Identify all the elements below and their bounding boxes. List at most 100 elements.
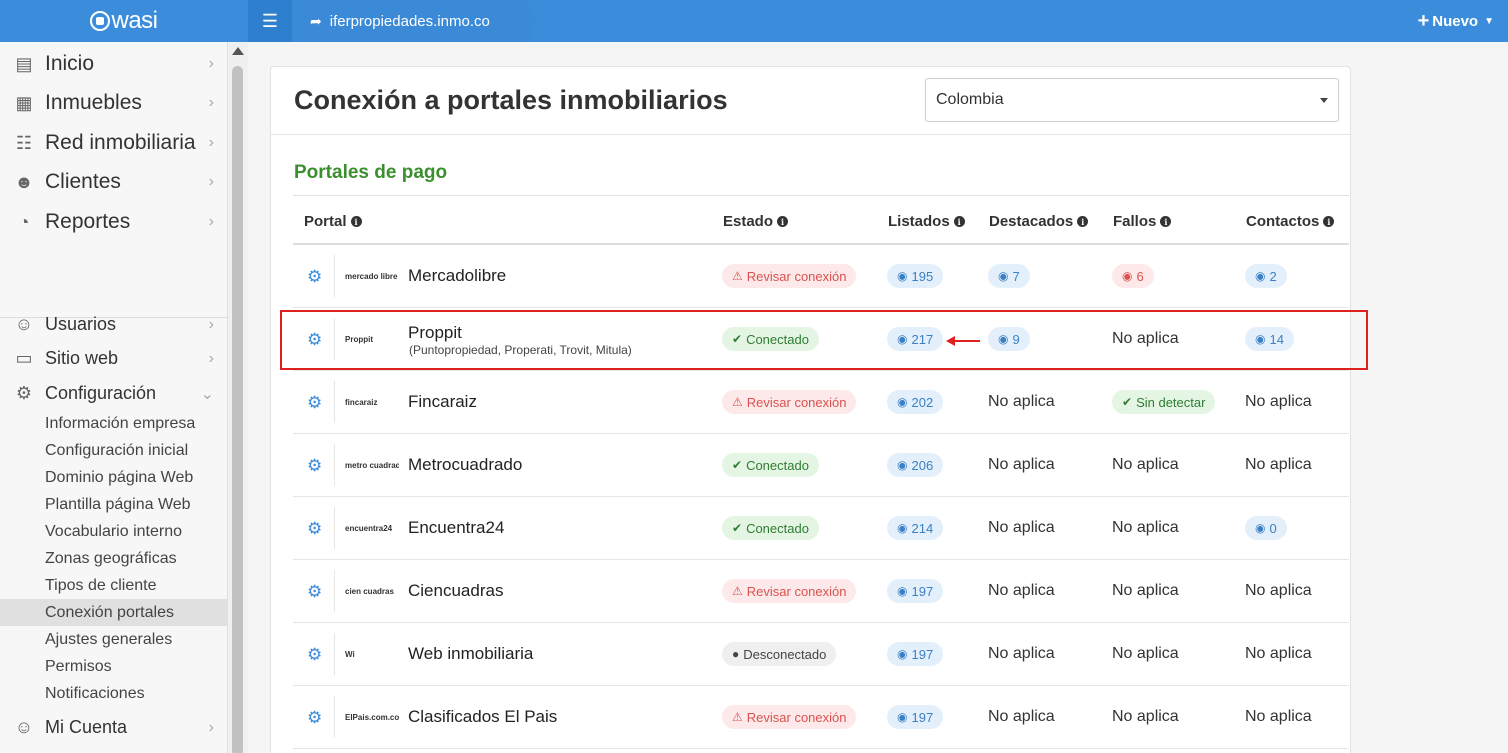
sidebar-subitem[interactable]: Ajustes generales	[0, 626, 228, 653]
sidebar-scrollbar[interactable]	[228, 42, 248, 753]
portal-logo: cien cuadras	[345, 586, 394, 596]
menu-toggle-button[interactable]: ☰	[248, 0, 292, 42]
sidebar-item-label: Clientes	[45, 170, 121, 193]
count-badge[interactable]: ◉ 2	[1245, 264, 1287, 288]
info-icon[interactable]: i	[1323, 216, 1335, 227]
sidebar-item-label: Configuración	[45, 383, 157, 403]
scroll-thumb[interactable]	[232, 66, 243, 753]
check-circle-icon: ✔	[732, 521, 743, 535]
settings-gear-icon[interactable]: ⚙	[307, 582, 322, 602]
settings-gear-icon[interactable]: ⚙	[307, 393, 322, 413]
portal-name: Web inmobiliaria	[408, 644, 534, 663]
count-badge[interactable]: ◉ 197	[887, 579, 944, 603]
cell-destacados: No aplica	[988, 623, 1055, 685]
status-badge: ✔ Sin detectar	[1112, 390, 1216, 414]
chevron-right-icon: ›	[208, 134, 214, 151]
table-row: ⚙ fincaraiz Fincaraiz ⚠ Revisar conexión ◉ 202…	[293, 371, 1349, 434]
cell-destacados: No aplica	[988, 560, 1055, 622]
network-icon: ☷	[15, 132, 33, 153]
count-badge[interactable]: ◉ 195	[887, 264, 944, 288]
sidebar-subitem[interactable]: Plantilla página Web	[0, 491, 228, 518]
settings-gear-icon[interactable]: ⚙	[307, 267, 322, 287]
pie-chart-icon: ◔	[18, 211, 30, 232]
cell-destacados: No aplica	[988, 371, 1055, 433]
sidebar-item-reportes[interactable]: ◔ Reportes ›	[0, 210, 228, 234]
sidebar: ▤ Inicio › ▦ Inmuebles › ☷ Red inmobiliaria › ☻ Cl…	[0, 42, 228, 753]
share-arrow-icon: ➦	[310, 12, 322, 29]
cell-estado: ⚠ Revisar conexión	[722, 686, 857, 748]
cell-text: No aplica	[1245, 582, 1312, 599]
count-badge[interactable]: ◉ 206	[887, 453, 944, 477]
domain-link[interactable]: ➦ iferpropiedades.inmo.co	[292, 0, 527, 42]
cell-text: No aplica	[1112, 708, 1179, 725]
status-badge: ⚠ Revisar conexión	[722, 264, 857, 288]
alert-circle-icon: ●	[732, 647, 740, 661]
settings-gear-icon[interactable]: ⚙	[307, 645, 322, 665]
sidebar-item-label: Inmuebles	[45, 91, 142, 114]
settings-gear-icon[interactable]: ⚙	[307, 519, 322, 539]
new-button[interactable]: + Nuevo ▼	[1418, 0, 1494, 42]
sidebar-item-configuración[interactable]: ⚙ Configuración ⌄	[0, 383, 228, 404]
status-badge: ✔ Conectado	[722, 516, 819, 540]
info-icon[interactable]: i	[350, 216, 362, 227]
sidebar-subitem[interactable]: Información empresa	[0, 410, 228, 437]
cell-contactos: No aplica	[1245, 371, 1312, 433]
sidebar-subitem[interactable]: Zonas geográficas	[0, 545, 228, 572]
count-badge[interactable]: ◉ 197	[887, 705, 944, 729]
highlight-box	[280, 310, 1368, 370]
cell-estado: ✔ Conectado	[722, 434, 819, 496]
sidebar-item-sitio-web[interactable]: ▭ Sitio web ›	[0, 348, 228, 369]
eye-icon: ◉	[1255, 521, 1266, 535]
eye-icon: ◉	[897, 647, 908, 661]
sidebar-subitem[interactable]: Permisos	[0, 653, 228, 680]
settings-gear-icon[interactable]: ⚙	[307, 708, 322, 728]
scroll-up-icon[interactable]	[232, 47, 244, 55]
cell-listados: ◉ 206	[887, 434, 944, 496]
count-badge[interactable]: ◉ 0	[1245, 516, 1287, 540]
warning-icon: ⚠	[732, 710, 743, 724]
col-portal: Portal i	[304, 213, 362, 230]
sidebar-item-usuarios[interactable]: ☺ Usuarios ›	[0, 314, 228, 335]
sidebar-item-mi-cuenta[interactable]: ☺ Mi Cuenta ›	[0, 717, 228, 738]
settings-gear-icon[interactable]: ⚙	[307, 456, 322, 476]
sidebar-item-inicio[interactable]: ▤ Inicio ›	[0, 52, 228, 76]
sidebar-subitem[interactable]: Notificaciones	[0, 680, 228, 707]
sidebar-subitem[interactable]: Tipos de cliente	[0, 572, 228, 599]
col-listados: Listados i	[888, 213, 965, 230]
cell-text: No aplica	[988, 393, 1055, 410]
sidebar-item-label: Inicio	[45, 52, 95, 75]
status-badge: ⚠ Revisar conexión	[722, 705, 857, 729]
sidebar-subitem[interactable]: Vocabulario interno	[0, 518, 228, 545]
sidebar-subitem[interactable]: Conexión portales	[0, 599, 228, 626]
wasi-logo-icon	[90, 11, 111, 31]
cell-text: No aplica	[988, 519, 1055, 536]
plus-icon: +	[1417, 9, 1430, 32]
cell-destacados: No aplica	[988, 434, 1055, 496]
info-icon[interactable]: i	[1077, 216, 1089, 227]
sidebar-item-inmuebles[interactable]: ▦ Inmuebles ›	[0, 91, 228, 115]
cell-estado: ✔ Conectado	[722, 497, 819, 559]
user-icon: ☺	[14, 314, 34, 334]
divider	[334, 507, 335, 549]
count-badge[interactable]: ◉ 7	[988, 264, 1030, 288]
sidebar-item-clientes[interactable]: ☻ Clientes ›	[0, 170, 228, 194]
sidebar-subitem[interactable]: Dominio página Web	[0, 464, 228, 491]
country-select[interactable]: Colombia	[925, 78, 1339, 122]
cell-text: No aplica	[1112, 645, 1179, 662]
brand-logo[interactable]: wasi	[0, 0, 248, 42]
divider	[334, 444, 335, 486]
info-icon[interactable]: i	[953, 216, 965, 227]
error-count-badge[interactable]: ◉ 6	[1112, 264, 1154, 288]
status-badge: ● Desconectado	[722, 642, 837, 666]
home-icon: ▤	[15, 53, 33, 74]
count-badge[interactable]: ◉ 197	[887, 642, 944, 666]
info-icon[interactable]: i	[1160, 216, 1172, 227]
count-badge[interactable]: ◉ 202	[887, 390, 944, 414]
sidebar-item-red-inmobiliaria[interactable]: ☷ Red inmobiliaria ›	[0, 131, 228, 155]
cell-fallos: ◉ 6	[1112, 245, 1154, 307]
info-icon[interactable]: i	[777, 216, 789, 227]
count-badge[interactable]: ◉ 214	[887, 516, 944, 540]
gear-icon: ⚙	[15, 383, 33, 403]
sidebar-subitem[interactable]: Configuración inicial	[0, 437, 228, 464]
dropdown-caret-icon	[1320, 98, 1328, 103]
